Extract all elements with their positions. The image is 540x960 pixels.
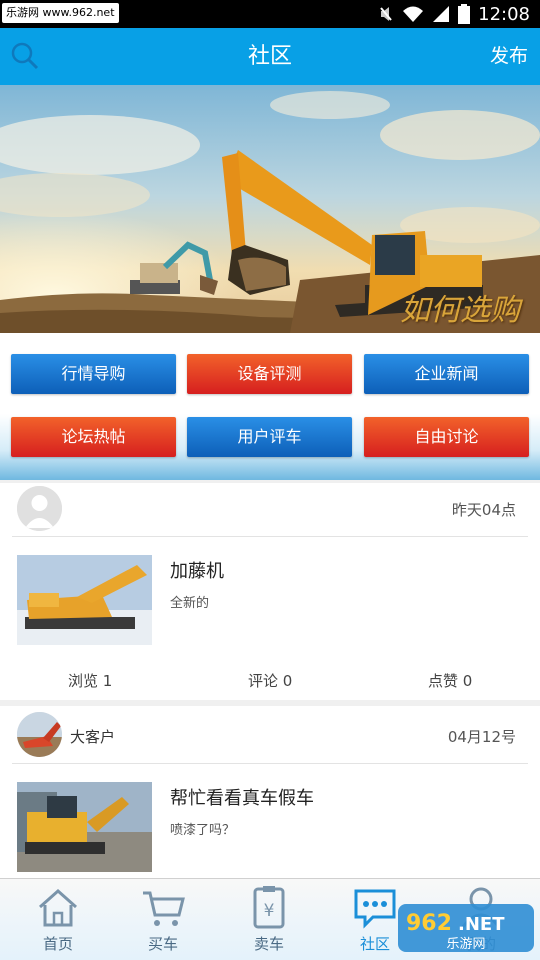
comments-label: 评论: [248, 672, 279, 690]
post-description: 全新的: [170, 596, 210, 611]
likes-label: 点赞: [428, 672, 459, 690]
site-watermark-logo: 962 .NET 乐游网: [398, 904, 534, 952]
banner[interactable]: 如何选购: [0, 85, 540, 333]
post-title[interactable]: 加藤机: [170, 557, 224, 583]
divider: [12, 536, 528, 537]
svg-text:962: 962: [406, 911, 452, 936]
status-time: 12:08: [478, 3, 530, 25]
category-menu: 行情导购 设备评测 企业新闻 论坛热帖 用户评车 自由讨论: [0, 333, 540, 480]
mute-icon: [380, 7, 392, 21]
watermark-label: 乐游网 www.962.net: [2, 3, 119, 23]
divider: [12, 763, 528, 764]
comments-count: 0: [282, 672, 293, 690]
default-avatar-icon: [17, 486, 62, 531]
publish-button[interactable]: 发布: [490, 28, 528, 85]
wifi-icon: [403, 6, 424, 22]
svg-text:乐游网: 乐游网: [446, 937, 485, 952]
likes-count: 0: [462, 672, 473, 690]
menu-market-guide-button[interactable]: 行情导购: [11, 354, 176, 394]
tab-label: 首页: [42, 935, 73, 953]
status-bar: 乐游网 www.962.net 12:08: [0, 0, 540, 28]
price-tag-icon: ¥: [253, 886, 285, 929]
svg-text:.NET: .NET: [458, 914, 505, 935]
post-card[interactable]: 大客户 04月12号 帮忙看看真车假车 喷漆了吗？: [0, 706, 540, 878]
comments-stat[interactable]: 评论 0: [248, 670, 292, 691]
page-title: 社区: [247, 44, 292, 69]
post-username[interactable]: 大客户: [70, 726, 115, 747]
post-time: 昨天04点: [451, 501, 516, 519]
excavator-thumbnail-image: [17, 555, 152, 645]
menu-hot-threads-button[interactable]: 论坛热帖: [11, 417, 176, 457]
user-avatar-image: [17, 712, 62, 757]
tab-label: 卖车: [253, 935, 284, 953]
avatar[interactable]: [17, 712, 62, 757]
views-label: 浏览: [68, 672, 99, 690]
home-icon: [39, 888, 77, 927]
battery-icon: [458, 4, 471, 24]
app-header: 社区 发布: [0, 28, 540, 85]
post-thumbnail[interactable]: [17, 782, 152, 872]
menu-user-reviews-button[interactable]: 用户评车: [187, 417, 352, 457]
menu-free-discussion-button[interactable]: 自由讨论: [364, 417, 529, 457]
excavator-thumbnail-image: [17, 782, 152, 872]
menu-company-news-button[interactable]: 企业新闻: [364, 354, 529, 394]
bottom-tab-bar: 首页 买车 ¥ 卖车 社区 我的 962: [0, 878, 540, 960]
likes-stat[interactable]: 点赞 0: [428, 670, 472, 691]
tab-label: 买车: [147, 935, 178, 953]
post-title[interactable]: 帮忙看看真车假车: [170, 784, 314, 810]
post-description: 喷漆了吗？: [170, 823, 236, 838]
svg-text:¥: ¥: [264, 901, 275, 921]
banner-caption: 如何选购: [400, 293, 520, 328]
views-stat: 浏览 1: [68, 670, 112, 691]
chat-icon: [354, 889, 396, 929]
avatar[interactable]: [17, 486, 62, 531]
status-icons: 12:08: [378, 0, 530, 28]
menu-equipment-review-button[interactable]: 设备评测: [187, 354, 352, 394]
post-card[interactable]: 昨天04点 加藤机 全新的 浏览 1 评论 0 点赞 0: [0, 483, 540, 700]
tab-sell-car[interactable]: ¥ 卖车: [219, 879, 319, 960]
tab-home[interactable]: 首页: [8, 879, 108, 960]
tab-buy-car[interactable]: 买车: [113, 879, 213, 960]
post-time: 04月12号: [447, 728, 516, 746]
cart-icon: [143, 891, 185, 926]
views-count: 1: [102, 672, 113, 690]
signal-icon: [433, 6, 450, 22]
post-thumbnail[interactable]: [17, 555, 152, 645]
